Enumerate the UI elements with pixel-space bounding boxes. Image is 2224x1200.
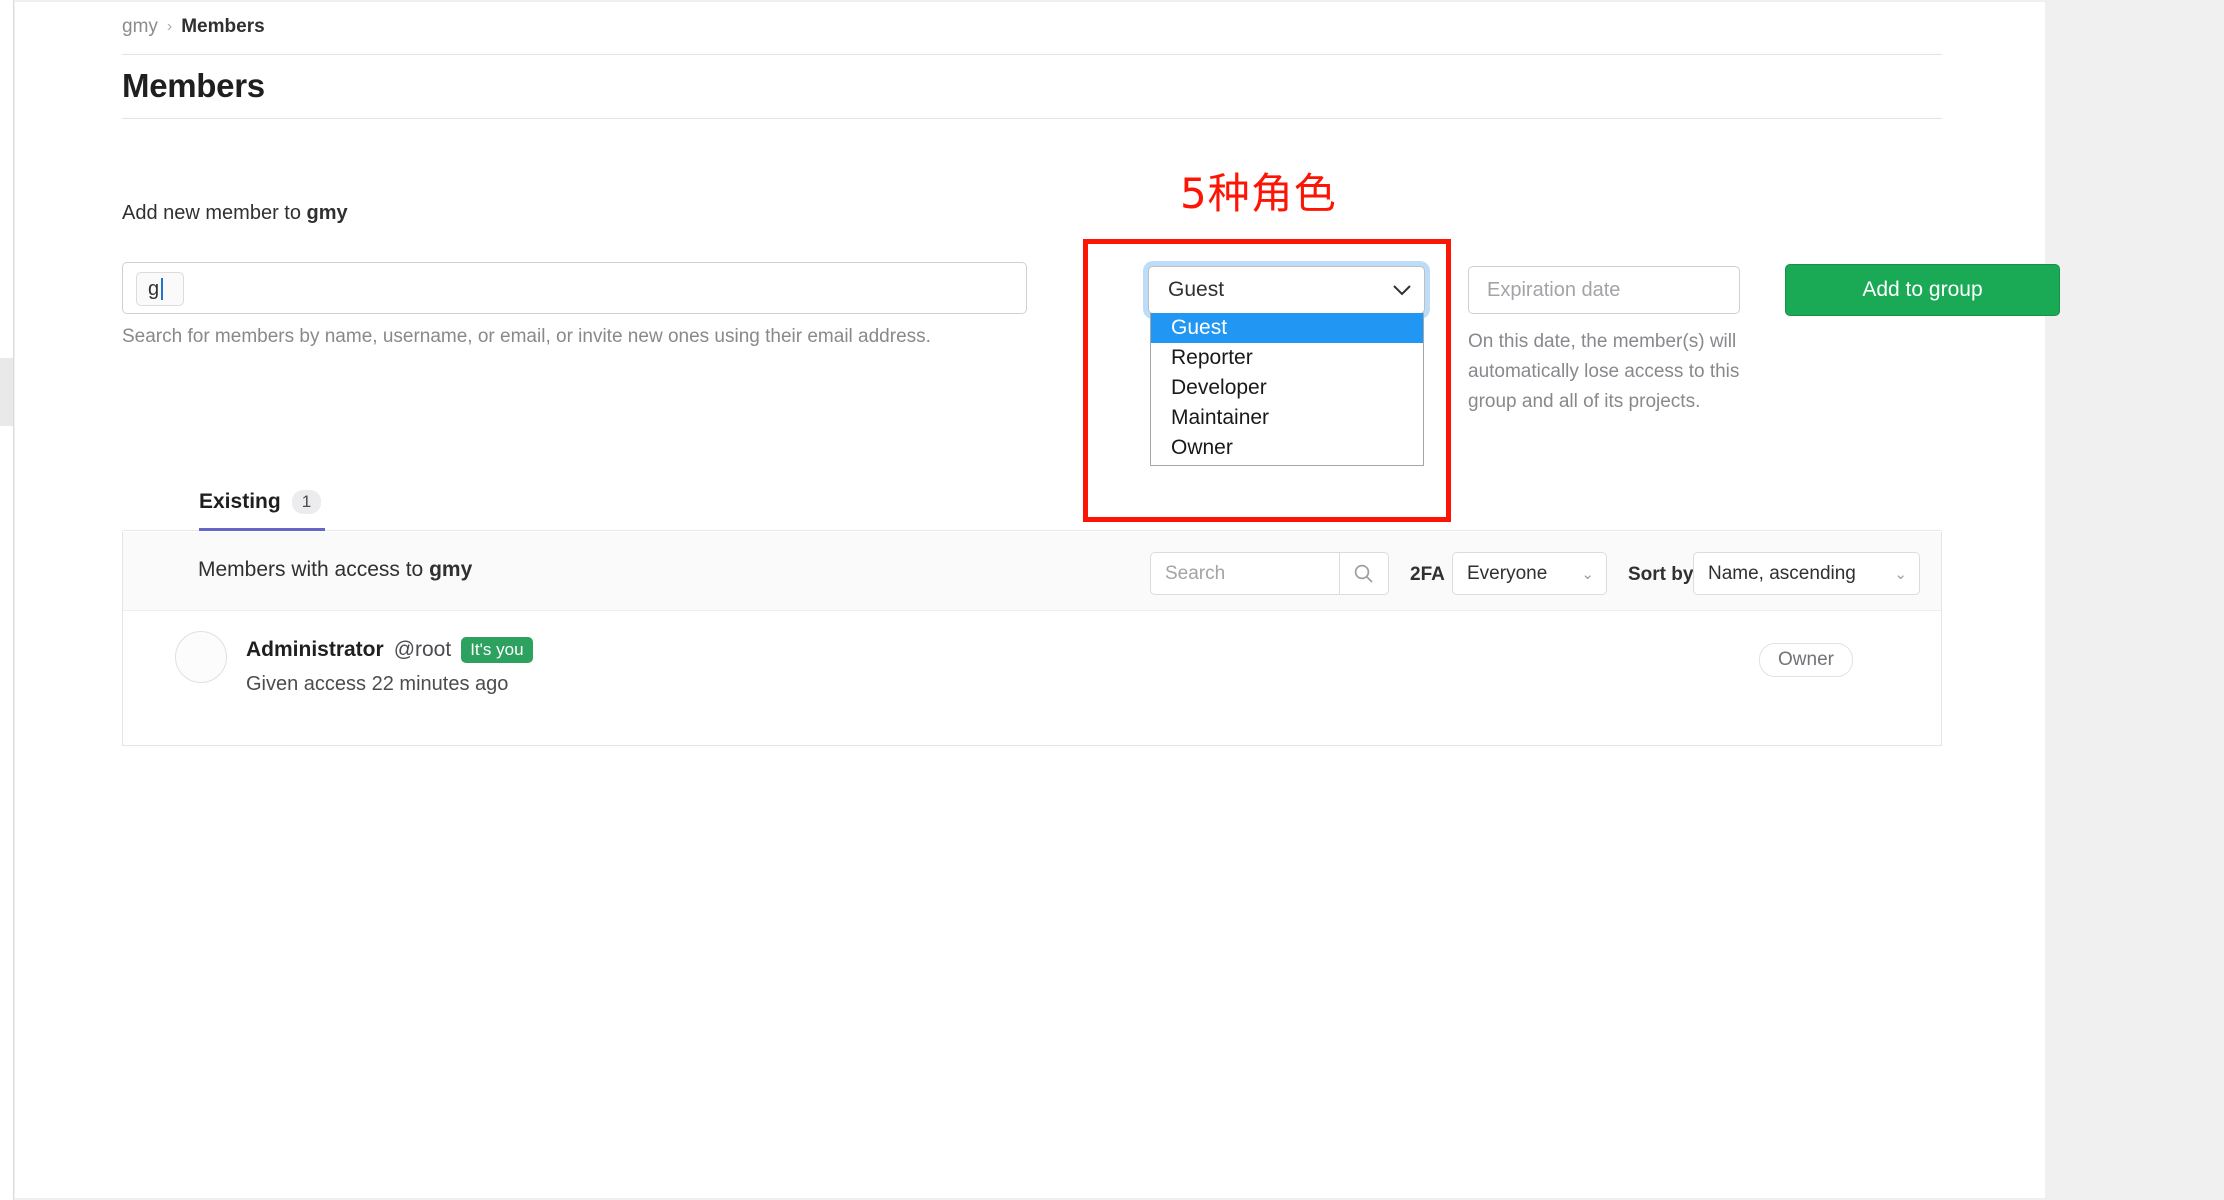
text-cursor xyxy=(161,278,164,300)
role-option-developer[interactable]: Developer xyxy=(1151,373,1423,403)
member-username: @root xyxy=(393,638,452,661)
members-panel-header: Members with access to gmy Search 2FA Ev… xyxy=(123,532,1941,611)
twofa-filter-value: Everyone xyxy=(1467,562,1548,584)
members-panel-title: Members with access to gmy xyxy=(198,558,472,582)
member-role-badge: Owner xyxy=(1759,643,1853,677)
twofa-label: 2FA xyxy=(1410,564,1445,585)
twofa-filter-select[interactable]: Everyone ⌄ xyxy=(1452,552,1607,595)
add-member-heading: Add new member to gmy xyxy=(122,202,348,225)
tabs-bar: Existing 1 xyxy=(122,475,1942,531)
member-search-token[interactable]: g xyxy=(136,272,184,306)
member-name-line: Administrator @root It's you xyxy=(246,637,533,663)
annotation-text: 5种角色 xyxy=(1180,169,1337,218)
member-access-text: Given access 22 minutes ago xyxy=(246,673,509,695)
tab-existing-label: Existing xyxy=(199,489,281,513)
members-panel-title-group: gmy xyxy=(429,558,473,581)
breadcrumb-separator-icon: › xyxy=(166,18,173,35)
sortby-label: Sort by xyxy=(1628,564,1694,585)
browser-viewport: gmy › Members Members Add new member to … xyxy=(0,0,2224,1200)
chevron-down-icon xyxy=(1393,284,1411,295)
role-select-value: Guest xyxy=(1168,278,1225,301)
chevron-down-icon: ⌄ xyxy=(1581,565,1594,583)
add-to-group-button[interactable]: Add to group xyxy=(1785,264,2060,316)
members-panel-title-prefix: Members with access to xyxy=(198,558,430,581)
role-select-options[interactable]: Guest Reporter Developer Maintainer Owne… xyxy=(1150,313,1424,466)
breadcrumb-current: Members xyxy=(181,16,265,37)
role-option-owner[interactable]: Owner xyxy=(1151,433,1423,463)
search-icon xyxy=(1354,564,1373,583)
sortby-select[interactable]: Name, ascending ⌄ xyxy=(1693,552,1920,595)
its-you-badge: It's you xyxy=(461,637,533,663)
role-option-reporter[interactable]: Reporter xyxy=(1151,343,1423,373)
chevron-down-icon: ⌄ xyxy=(1894,565,1907,583)
member-search-token-text: g xyxy=(148,277,160,300)
sortby-value: Name, ascending xyxy=(1708,562,1856,584)
members-search-input[interactable]: Search xyxy=(1150,552,1340,595)
page-title: Members xyxy=(122,67,265,104)
search-button[interactable] xyxy=(1340,552,1389,595)
breadcrumb: gmy › Members xyxy=(122,16,265,38)
page-content: gmy › Members Members Add new member to … xyxy=(15,2,2060,1198)
role-option-guest[interactable]: Guest xyxy=(1151,313,1423,343)
divider-title xyxy=(122,118,1942,119)
member-search-help-text: Search for members by name, username, or… xyxy=(122,326,931,347)
avatar xyxy=(175,631,227,683)
sidebar-rail-highlight xyxy=(0,358,13,426)
add-member-heading-group: gmy xyxy=(306,202,348,224)
sidebar-rail xyxy=(0,0,14,1200)
role-select[interactable]: Guest xyxy=(1148,266,1425,314)
expiration-date-input[interactable]: Expiration date xyxy=(1468,266,1740,314)
breadcrumb-group-link[interactable]: gmy xyxy=(122,16,158,38)
table-row: Administrator @root It's you Given acces… xyxy=(123,612,1941,744)
member-name[interactable]: Administrator xyxy=(246,638,384,662)
divider-top xyxy=(122,54,1942,55)
tab-existing-count: 1 xyxy=(291,489,322,514)
member-search-input[interactable]: g xyxy=(122,262,1027,314)
role-option-maintainer[interactable]: Maintainer xyxy=(1151,403,1423,433)
expiration-help-text: On this date, the member(s) will automat… xyxy=(1468,331,1740,412)
add-member-heading-prefix: Add new member to xyxy=(122,202,307,224)
members-panel: Members with access to gmy Search 2FA Ev… xyxy=(122,532,1942,746)
tab-existing[interactable]: Existing 1 xyxy=(199,475,326,531)
